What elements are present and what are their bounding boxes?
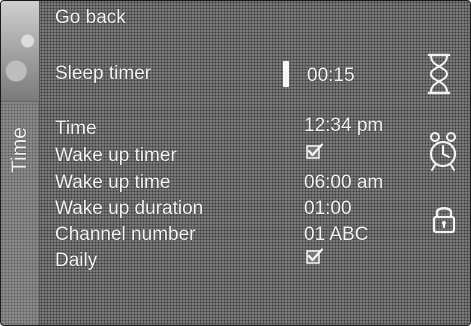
daily-checkbox[interactable]: [306, 248, 324, 264]
selection-cursor: [283, 61, 289, 87]
wake-up-time-value[interactable]: 06:00 am: [304, 172, 383, 194]
time-value[interactable]: 12:34 pm: [304, 115, 383, 137]
side-panel: Time: [1, 1, 40, 325]
menu-item-go-back[interactable]: Go back: [55, 7, 126, 29]
menu-item-channel-number[interactable]: Channel number: [55, 224, 195, 246]
menu-item-time[interactable]: Time: [55, 118, 97, 140]
hourglass-icon: [427, 53, 451, 95]
wake-up-duration-value[interactable]: 01:00: [304, 198, 352, 220]
column-divider: [286, 1, 287, 325]
menu-item-wake-up-duration[interactable]: Wake up duration: [55, 198, 203, 220]
tv-menu-screen: Time Go back Sleep timer Time Wake up ti…: [0, 0, 471, 326]
channel-number-value[interactable]: 01 ABC: [304, 224, 368, 246]
preview-thumbnail: [1, 1, 39, 102]
menu-item-wake-up-timer[interactable]: Wake up timer: [55, 145, 177, 167]
menu-item-daily[interactable]: Daily: [55, 250, 97, 272]
menu-item-wake-up-time[interactable]: Wake up time: [55, 172, 170, 194]
alarm-clock-icon: [429, 132, 457, 171]
lock-icon: [432, 207, 456, 234]
wake-up-timer-checkbox[interactable]: [306, 143, 324, 159]
menu-item-sleep-timer[interactable]: Sleep timer: [55, 63, 151, 85]
sleep-timer-value[interactable]: 00:15: [307, 65, 355, 87]
